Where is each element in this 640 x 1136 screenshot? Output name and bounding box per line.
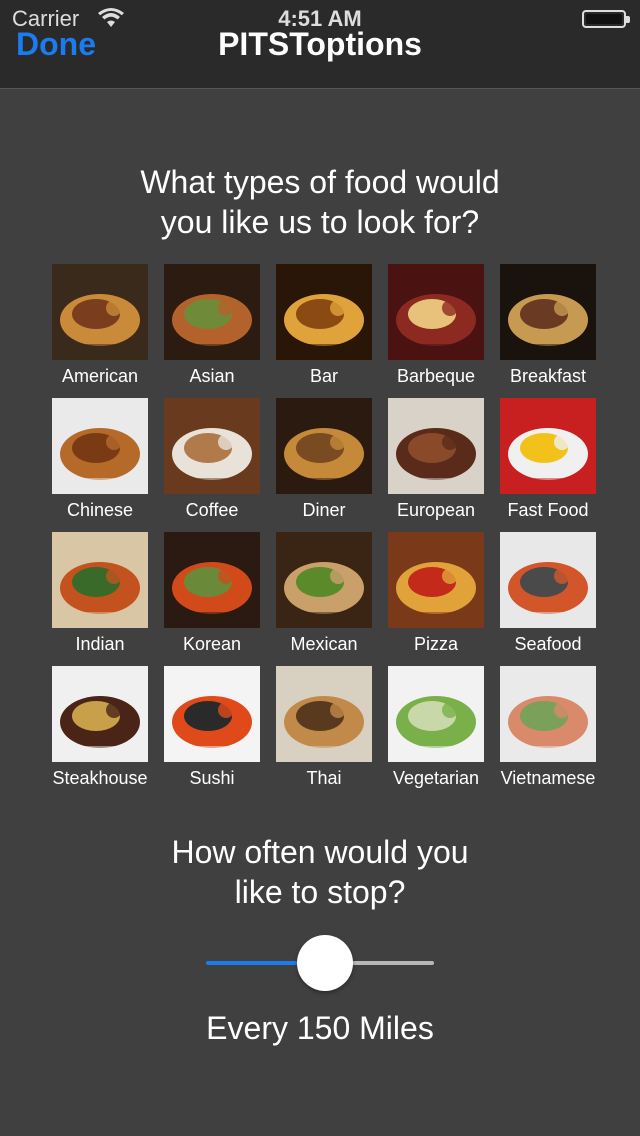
frequency-value-label: Every 150 Miles [206,1010,434,1046]
food-tile-seafood[interactable]: Seafood [492,532,604,655]
food-tile-vietnamese[interactable]: Vietnamese [492,666,604,789]
food-tile-breakfast[interactable]: Breakfast [492,264,604,387]
frequency-question: How often would you like to stop? [0,832,640,912]
food-tile-label: Breakfast [509,366,587,386]
frequency-question-line2: like to stop? [234,874,406,910]
food-tile-sushi[interactable]: Sushi [156,666,268,789]
food-tile-korean[interactable]: Korean [156,532,268,655]
breakfast-plate-icon [500,264,596,360]
steak-plate-icon [388,398,484,494]
food-tile-barbeque[interactable]: Barbeque [380,264,492,387]
diner-table-icon [276,398,372,494]
salmon-icon [500,532,596,628]
spring-rolls-icon [500,666,596,762]
ribs-icon [388,264,484,360]
food-tile-asian[interactable]: Asian [156,264,268,387]
food-tile-diner[interactable]: Diner [268,398,380,521]
food-tile-label: Chinese [66,500,134,520]
food-tile-vegetarian[interactable]: Vegetarian [380,666,492,789]
food-tile-steakhouse[interactable]: Steakhouse [44,666,156,789]
food-tile-label: Korean [182,634,242,654]
pizza-icon [388,532,484,628]
nav-title: PITSToptions [218,26,422,62]
grilled-steak-icon [52,666,148,762]
food-tile-fast-food[interactable]: Fast Food [492,398,604,521]
food-tile-label: Mexican [290,634,358,654]
slider-thumb[interactable] [297,935,353,991]
food-question: What types of food would you like us to … [0,162,640,242]
food-tile-label: Sushi [189,768,235,788]
latte-cup-icon [164,398,260,494]
food-tile-label: American [61,366,139,386]
food-tile-label: European [396,500,476,520]
food-tile-pizza[interactable]: Pizza [380,532,492,655]
food-tile-label: Thai [306,768,342,788]
food-tile-chinese[interactable]: Chinese [44,398,156,521]
food-tile-label: Indian [75,634,125,654]
slider-track-filled [206,961,311,965]
pad-thai-icon [276,666,372,762]
noodles-icon [164,264,260,360]
food-tile-label: Coffee [185,500,239,520]
food-tile-coffee[interactable]: Coffee [156,398,268,521]
navigation-bar: Carrier 4:51 AM Done PITSToptions [0,0,640,89]
food-tile-mexican[interactable]: Mexican [268,532,380,655]
food-tile-label: Pizza [413,634,458,654]
sushi-rolls-icon [164,666,260,762]
salad-icon [388,666,484,762]
food-tile-label: Bar [309,366,338,386]
food-question-line1: What types of food would [140,164,500,200]
food-tile-label: Asian [189,366,235,386]
beer-glasses-icon [276,264,372,360]
frequency-slider[interactable] [206,935,434,991]
food-tile-label: Diner [302,500,346,520]
food-tile-label: Seafood [514,634,582,654]
tacos-icon [276,532,372,628]
food-tile-thai[interactable]: Thai [268,666,380,789]
food-tile-european[interactable]: European [380,398,492,521]
food-tile-label: Steakhouse [52,768,148,788]
food-tile-indian[interactable]: Indian [44,532,156,655]
food-tile-label: Fast Food [507,500,589,520]
curry-icon [52,532,148,628]
food-tile-american[interactable]: American [44,264,156,387]
food-question-line2: you like us to look for? [160,204,480,240]
fast-food-bag-icon [500,398,596,494]
burger-icon [52,264,148,360]
frequency-question-line1: How often would you [171,834,469,870]
hot-pot-icon [164,532,260,628]
food-tile-bar[interactable]: Bar [268,264,380,387]
food-tile-label: Vegetarian [392,768,480,788]
food-tile-label: Vietnamese [500,768,596,788]
food-tile-label: Barbeque [396,366,476,386]
chow-mein-icon [52,398,148,494]
